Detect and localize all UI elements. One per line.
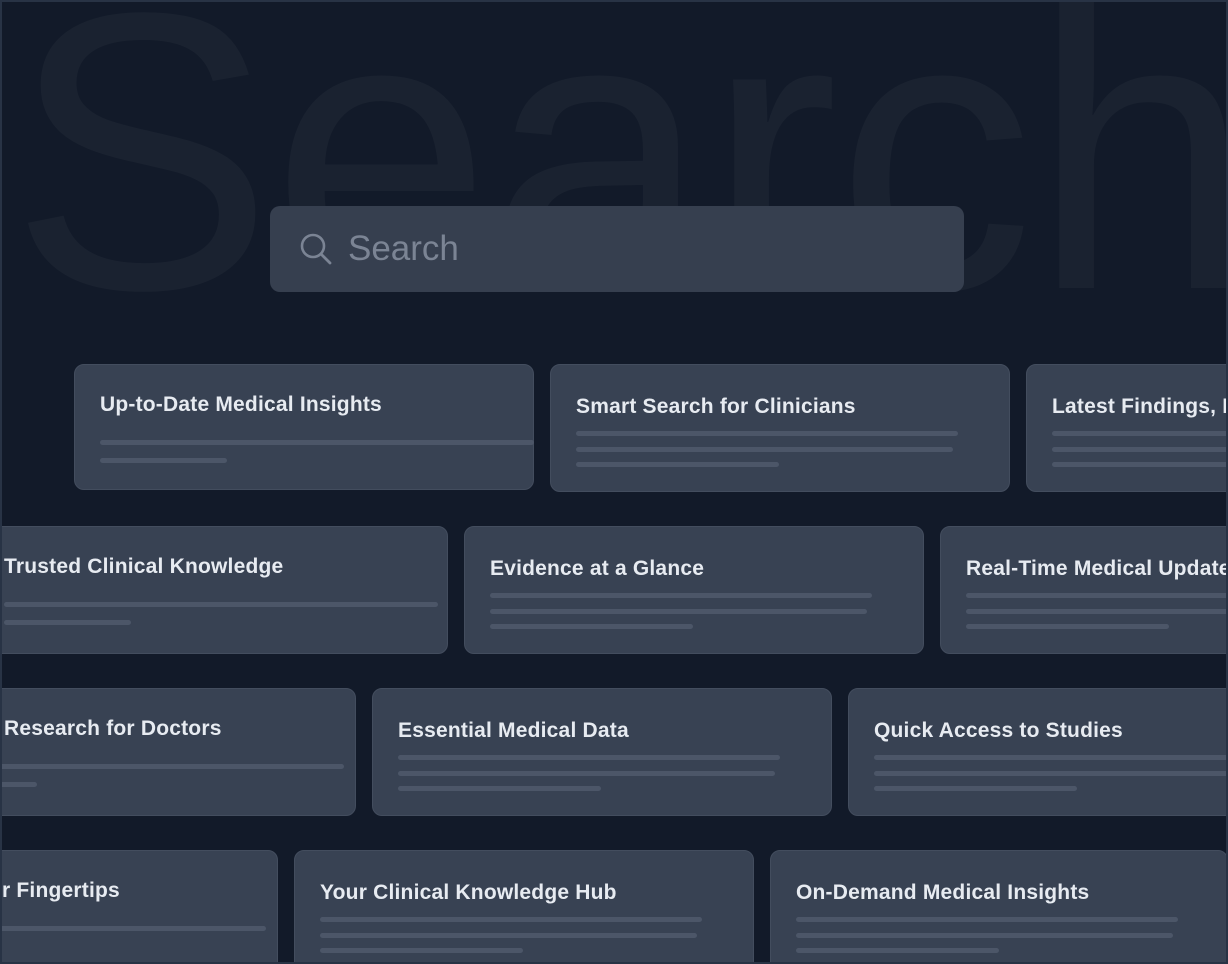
card-your-clinical-knowledge-hub[interactable]: Your Clinical Knowledge Hub bbox=[294, 850, 754, 962]
card-title: Latest Findings, F bbox=[1052, 395, 1228, 418]
skeleton-line bbox=[2, 782, 37, 787]
card-title: Research for Doctors bbox=[4, 717, 222, 740]
card-title: Evidence at a Glance bbox=[490, 557, 705, 580]
skeleton-line bbox=[398, 786, 601, 791]
skeleton-line bbox=[398, 755, 780, 760]
skeleton-line bbox=[320, 948, 523, 953]
skeleton-line bbox=[2, 764, 344, 769]
skeleton-line bbox=[100, 440, 534, 445]
search-bar[interactable] bbox=[270, 206, 964, 292]
card-at-your-fingertips[interactable]: r Fingertips bbox=[2, 850, 278, 962]
background-watermark: Search bbox=[10, 0, 1228, 372]
skeleton-line bbox=[576, 462, 779, 467]
skeleton-line bbox=[796, 933, 1173, 938]
app-frame: Search Up-to-Date Medical Insights Smart… bbox=[0, 0, 1228, 964]
card-title: Smart Search for Clinicians bbox=[576, 395, 856, 418]
card-up-to-date-medical-insights[interactable]: Up-to-Date Medical Insights bbox=[74, 364, 534, 490]
skeleton-line bbox=[874, 755, 1226, 760]
skeleton-line bbox=[1052, 431, 1226, 436]
skeleton-line bbox=[576, 447, 953, 452]
card-title: Quick Access to Studies bbox=[874, 719, 1123, 742]
card-on-demand-medical-insights[interactable]: On-Demand Medical Insights bbox=[770, 850, 1226, 962]
skeleton-line bbox=[966, 593, 1226, 598]
card-real-time-medical-updates[interactable]: Real-Time Medical Update bbox=[940, 526, 1228, 654]
card-research-for-doctors[interactable]: Research for Doctors bbox=[2, 688, 356, 816]
skeleton-line bbox=[490, 624, 693, 629]
skeleton-line bbox=[1052, 462, 1226, 467]
card-essential-medical-data[interactable]: Essential Medical Data bbox=[372, 688, 832, 816]
card-quick-access-to-studies[interactable]: Quick Access to Studies bbox=[848, 688, 1226, 816]
skeleton-line bbox=[1052, 447, 1226, 452]
card-title: Your Clinical Knowledge Hub bbox=[320, 881, 617, 904]
card-title: Up-to-Date Medical Insights bbox=[100, 393, 382, 416]
skeleton-line bbox=[966, 624, 1169, 629]
card-title: On-Demand Medical Insights bbox=[796, 881, 1090, 904]
skeleton-line bbox=[490, 609, 867, 614]
skeleton-line bbox=[4, 620, 131, 625]
skeleton-line bbox=[966, 609, 1226, 614]
skeleton-line bbox=[320, 917, 702, 922]
card-smart-search-for-clinicians[interactable]: Smart Search for Clinicians bbox=[550, 364, 1010, 492]
skeleton-line bbox=[100, 458, 227, 463]
search-input[interactable] bbox=[348, 229, 928, 269]
card-title: Essential Medical Data bbox=[398, 719, 629, 742]
card-title: Real-Time Medical Update bbox=[966, 557, 1228, 580]
skeleton-line bbox=[490, 593, 872, 598]
skeleton-line bbox=[576, 431, 958, 436]
card-title: r Fingertips bbox=[2, 879, 120, 902]
search-icon bbox=[300, 233, 332, 265]
skeleton-line bbox=[398, 771, 775, 776]
skeleton-line bbox=[2, 926, 266, 931]
skeleton-line bbox=[796, 948, 999, 953]
skeleton-line bbox=[796, 917, 1178, 922]
skeleton-line bbox=[874, 771, 1226, 776]
skeleton-line bbox=[874, 786, 1077, 791]
card-evidence-at-a-glance[interactable]: Evidence at a Glance bbox=[464, 526, 924, 654]
skeleton-line bbox=[320, 933, 697, 938]
card-trusted-clinical-knowledge[interactable]: Trusted Clinical Knowledge bbox=[2, 526, 448, 654]
card-title: Trusted Clinical Knowledge bbox=[4, 555, 284, 578]
card-latest-findings[interactable]: Latest Findings, F bbox=[1026, 364, 1228, 492]
skeleton-line bbox=[4, 602, 438, 607]
